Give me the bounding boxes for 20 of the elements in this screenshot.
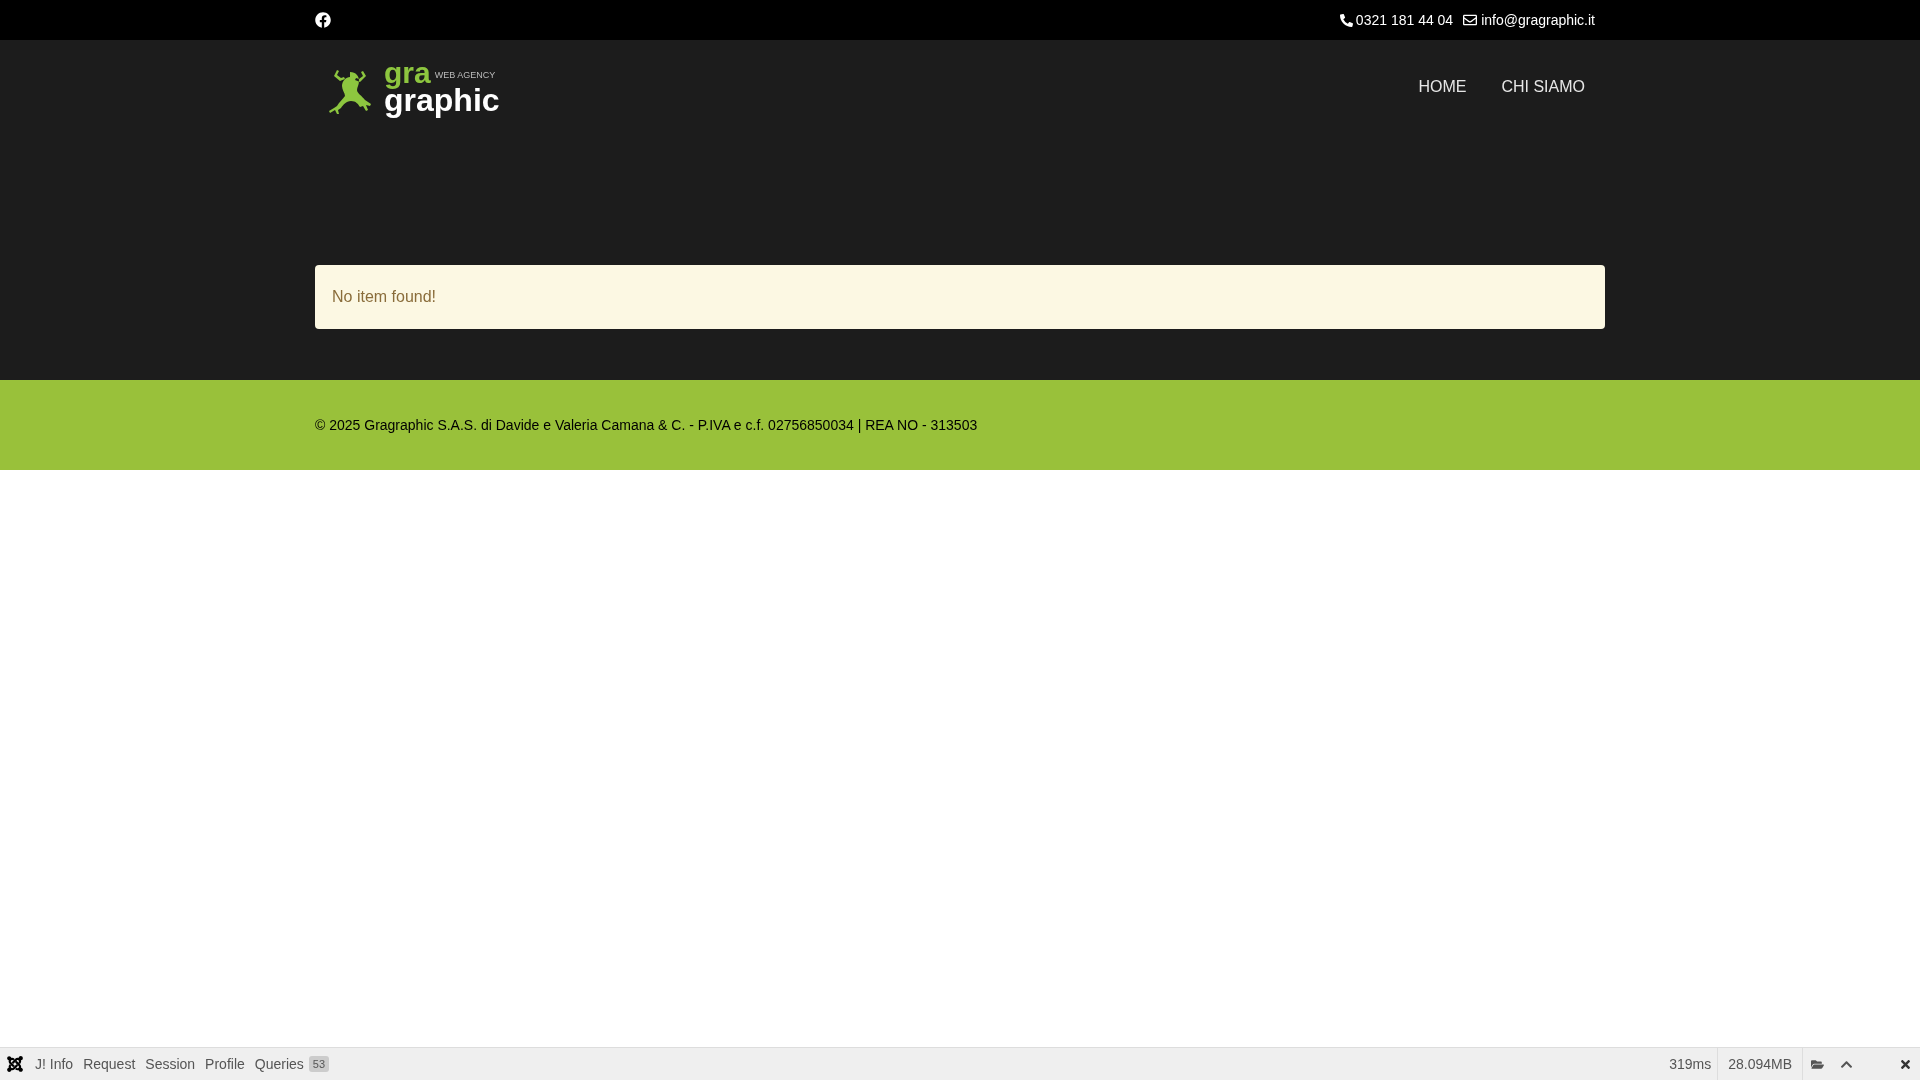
folder-icon[interactable] [1811,1057,1824,1071]
memory-usage: 28.094MB [1717,1048,1803,1080]
email-link[interactable]: info@gragraphic.it [1481,9,1595,31]
request-time: 319ms [1668,1054,1713,1074]
debug-tab[interactable]: J! Info [30,1053,79,1075]
debug-tab[interactable]: Request [78,1053,141,1075]
nav-link[interactable]: HOME [1418,75,1467,99]
count-badge: 53 [308,1055,330,1073]
copyright-text: © 2025 Gragraphic S.A.S. di Davide e Valeria Camana & C. - P.IVA e c.f. 02756850034 | REA NO - 313503 [315,417,978,433]
joomla-icon[interactable] [6,1055,24,1073]
phone-icon [1339,13,1353,27]
alert-message: No item found! [332,287,437,307]
nav-link[interactable]: CHI SIAMO [1501,75,1585,99]
facebook-icon[interactable] [315,12,331,28]
debug-tab[interactable]: Profile [200,1053,250,1075]
debug-tab[interactable]: Queries 53 [249,1053,335,1075]
phone-number: 0321 181 44 04 [1355,10,1454,30]
close-icon[interactable] [1899,1057,1912,1071]
envelope-icon [1463,13,1478,27]
debug-tab[interactable]: Session [140,1053,201,1075]
